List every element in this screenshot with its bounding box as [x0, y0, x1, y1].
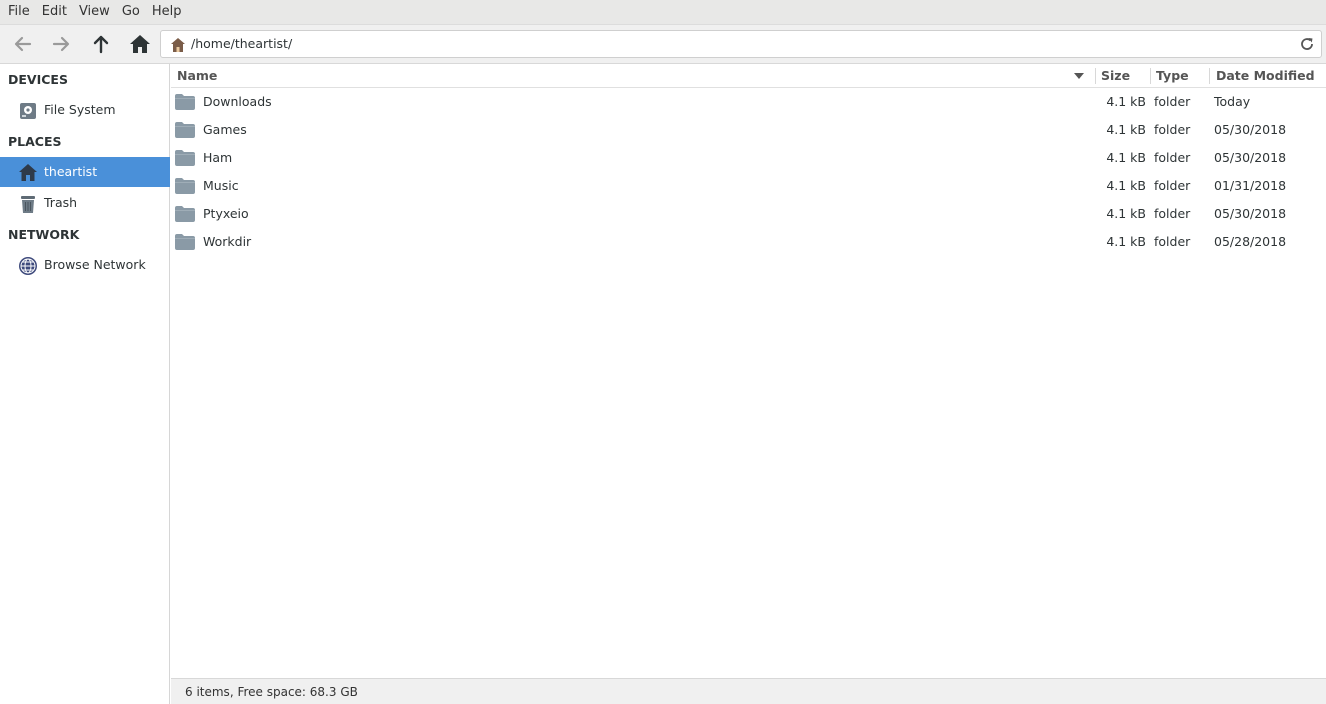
file-size: 4.1 kB [1106, 94, 1146, 109]
folder-icon [175, 234, 195, 250]
column-size[interactable]: Size [1101, 64, 1130, 88]
file-date: 05/30/2018 [1214, 122, 1287, 137]
sidebar-item-file-system[interactable]: File System [0, 95, 170, 125]
home-folder-icon [171, 38, 185, 52]
table-row[interactable]: Workdir 4.1 kB folder 05/28/2018 [171, 228, 1326, 256]
file-date: 01/31/2018 [1214, 178, 1287, 193]
location-bar[interactable]: /home/theartist/ [160, 30, 1322, 58]
folder-icon [175, 150, 195, 166]
file-date: 05/28/2018 [1214, 234, 1287, 249]
folder-icon [175, 94, 195, 110]
home-button[interactable] [125, 30, 155, 58]
arrow-right-icon [52, 36, 70, 52]
sidebar-item-browse-network[interactable]: Browse Network [0, 250, 170, 280]
home-icon [130, 35, 150, 53]
menu-go[interactable]: Go [116, 0, 146, 25]
column-divider[interactable] [1209, 68, 1210, 84]
sort-descending-icon[interactable] [1074, 73, 1084, 79]
back-button[interactable] [8, 30, 38, 58]
file-list: Name Size Type Date Modified Downloads 4… [171, 64, 1326, 678]
folder-icon [175, 178, 195, 194]
sidebar-heading-places: PLACES [8, 134, 62, 149]
home-icon [19, 164, 37, 181]
table-row[interactable]: Ptyxeio 4.1 kB folder 05/30/2018 [171, 200, 1326, 228]
table-row[interactable]: Ham 4.1 kB folder 05/30/2018 [171, 144, 1326, 172]
column-name[interactable]: Name [177, 64, 217, 88]
file-size: 4.1 kB [1106, 234, 1146, 249]
file-type: folder [1154, 150, 1191, 165]
file-type: folder [1154, 94, 1191, 109]
column-divider[interactable] [1150, 68, 1151, 84]
table-row[interactable]: Music 4.1 kB folder 01/31/2018 [171, 172, 1326, 200]
sidebar-item-label: Browse Network [44, 257, 146, 272]
sidebar-item-label: theartist [44, 164, 98, 179]
sidebar-item-label: File System [44, 102, 116, 117]
sidebar-item-theartist[interactable]: theartist [0, 157, 170, 187]
file-type: folder [1154, 234, 1191, 249]
arrow-left-icon [14, 36, 32, 52]
file-name: Ham [203, 150, 233, 165]
up-button[interactable] [86, 30, 116, 58]
reload-icon[interactable] [1299, 36, 1315, 52]
file-name: Workdir [203, 234, 252, 249]
sidebar-item-trash[interactable]: Trash [0, 188, 170, 218]
arrow-up-icon [93, 35, 109, 54]
network-icon [19, 257, 37, 275]
table-row[interactable]: Games 4.1 kB folder 05/30/2018 [171, 116, 1326, 144]
sidebar-item-label: Trash [44, 195, 78, 210]
sidebar: DEVICES File System PLACES theartist Tra… [0, 64, 170, 704]
file-type: folder [1154, 178, 1191, 193]
trash-icon [21, 196, 35, 213]
column-divider[interactable] [1095, 68, 1096, 84]
column-date-modified[interactable]: Date Modified [1216, 64, 1315, 88]
table-row[interactable]: Downloads 4.1 kB folder Today [171, 88, 1326, 116]
status-text: 6 items, Free space: 68.3 GB [185, 685, 358, 699]
file-date: 05/30/2018 [1214, 206, 1287, 221]
toolbar: /home/theartist/ [0, 25, 1326, 64]
file-type: folder [1154, 122, 1191, 137]
file-size: 4.1 kB [1106, 150, 1146, 165]
file-date: Today [1214, 94, 1251, 109]
column-header: Name Size Type Date Modified [171, 64, 1326, 88]
file-name: Ptyxeio [203, 206, 249, 221]
sidebar-heading-devices: DEVICES [8, 72, 68, 87]
file-size: 4.1 kB [1106, 206, 1146, 221]
folder-icon [175, 122, 195, 138]
file-name: Music [203, 178, 239, 193]
folder-icon [175, 206, 195, 222]
file-name: Games [203, 122, 247, 137]
location-path[interactable]: /home/theartist/ [191, 31, 292, 57]
file-date: 05/30/2018 [1214, 150, 1287, 165]
menu-view[interactable]: View [73, 0, 116, 25]
menu-help[interactable]: Help [146, 0, 188, 25]
file-size: 4.1 kB [1106, 178, 1146, 193]
status-bar: 6 items, Free space: 68.3 GB [171, 678, 1326, 704]
file-size: 4.1 kB [1106, 122, 1146, 137]
sidebar-heading-network: NETWORK [8, 227, 80, 242]
drive-icon [20, 103, 36, 119]
menu-edit[interactable]: Edit [36, 0, 73, 25]
rows-container: Downloads 4.1 kB folder Today Games 4.1 … [171, 88, 1326, 256]
menu-file[interactable]: File [2, 0, 36, 25]
forward-button[interactable] [46, 30, 76, 58]
file-type: folder [1154, 206, 1191, 221]
column-type[interactable]: Type [1156, 64, 1189, 88]
menubar: File Edit View Go Help [0, 0, 1326, 25]
file-name: Downloads [203, 94, 272, 109]
